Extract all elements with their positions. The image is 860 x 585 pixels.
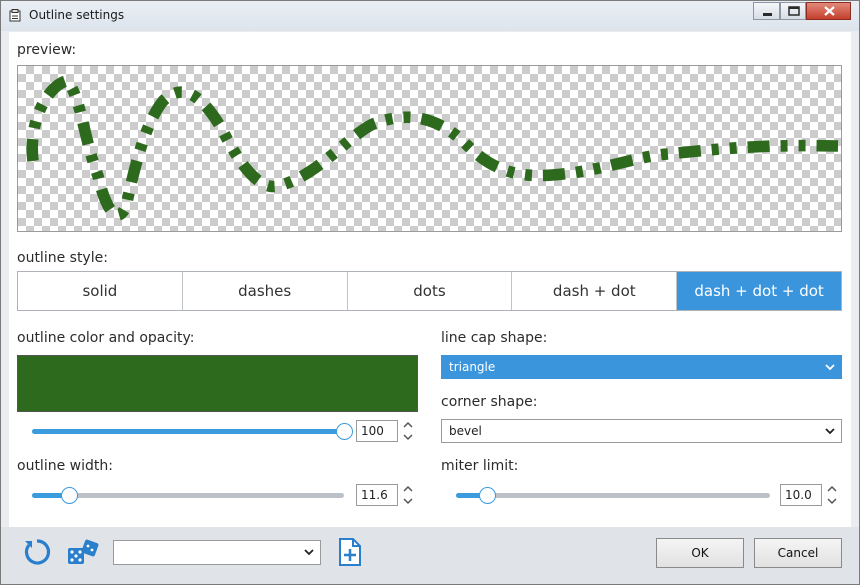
opacity-input[interactable]: 100 [356, 420, 398, 442]
corner-shape-value: bevel [449, 424, 482, 438]
style-dash-dot-option[interactable]: dash + dot [512, 272, 678, 310]
outline-settings-window: Outline settings preview: outline style:… [0, 0, 860, 585]
close-icon [824, 6, 835, 16]
line-cap-label: line cap shape: [441, 330, 548, 346]
style-dash-dot-dot-option[interactable]: dash + dot + dot [677, 272, 841, 310]
reset-icon[interactable] [22, 537, 52, 567]
miter-slider-track [456, 493, 770, 498]
outline-style-label: outline style: [17, 250, 108, 266]
opacity-slider-thumb[interactable] [336, 423, 353, 440]
outline-preview [17, 65, 842, 232]
width-slider[interactable] [32, 487, 344, 504]
width-input[interactable]: 11.6 [356, 484, 398, 506]
chevron-down-icon [825, 364, 835, 371]
style-solid-option[interactable]: solid [18, 272, 183, 310]
opacity-slider[interactable] [32, 423, 353, 440]
maximize-button[interactable] [780, 2, 806, 20]
miter-limit-label: miter limit: [441, 458, 519, 474]
preview-label: preview: [17, 42, 77, 58]
dialog-footer: OK Cancel [1, 527, 859, 584]
preset-select[interactable] [113, 540, 321, 565]
add-preset-icon[interactable] [338, 537, 362, 567]
corner-shape-label: corner shape: [441, 394, 538, 410]
opacity-spinner-icon[interactable] [402, 419, 414, 443]
style-dashes-option[interactable]: dashes [182, 272, 348, 310]
outline-width-label: outline width: [17, 458, 113, 474]
dialog-content: preview: outline style: solid dashes dot… [9, 32, 851, 527]
style-dots-option[interactable]: dots [347, 272, 513, 310]
ok-button[interactable]: OK [656, 538, 744, 568]
corner-shape-select[interactable]: bevel [441, 419, 842, 443]
miter-slider[interactable] [456, 487, 770, 504]
random-dice-icon[interactable] [67, 539, 99, 567]
app-icon [9, 9, 21, 22]
window-title: Outline settings [29, 8, 125, 22]
line-cap-value: triangle [449, 360, 496, 374]
maximize-icon [788, 6, 800, 16]
miter-input[interactable]: 10.0 [780, 484, 822, 506]
chevron-down-icon [304, 549, 314, 556]
outline-color-swatch[interactable] [17, 355, 418, 412]
line-cap-select[interactable]: triangle [441, 355, 842, 379]
width-slider-track [32, 493, 344, 498]
close-button[interactable] [806, 2, 851, 20]
miter-spinner-icon[interactable] [826, 483, 838, 507]
preview-stroke [26, 75, 839, 221]
cancel-button[interactable]: Cancel [754, 538, 842, 568]
width-slider-thumb[interactable] [61, 487, 79, 504]
opacity-slider-fill [32, 429, 344, 434]
width-spinner-icon[interactable] [402, 483, 414, 507]
color-opacity-label: outline color and opacity: [17, 330, 195, 346]
outline-style-selector: solid dashes dots dash + dot dash + dot … [17, 271, 842, 311]
minimize-button[interactable] [753, 2, 780, 20]
miter-slider-thumb[interactable] [479, 487, 497, 504]
title-bar: Outline settings [1, 1, 859, 31]
chevron-down-icon [825, 428, 835, 435]
minimize-icon [763, 13, 772, 16]
